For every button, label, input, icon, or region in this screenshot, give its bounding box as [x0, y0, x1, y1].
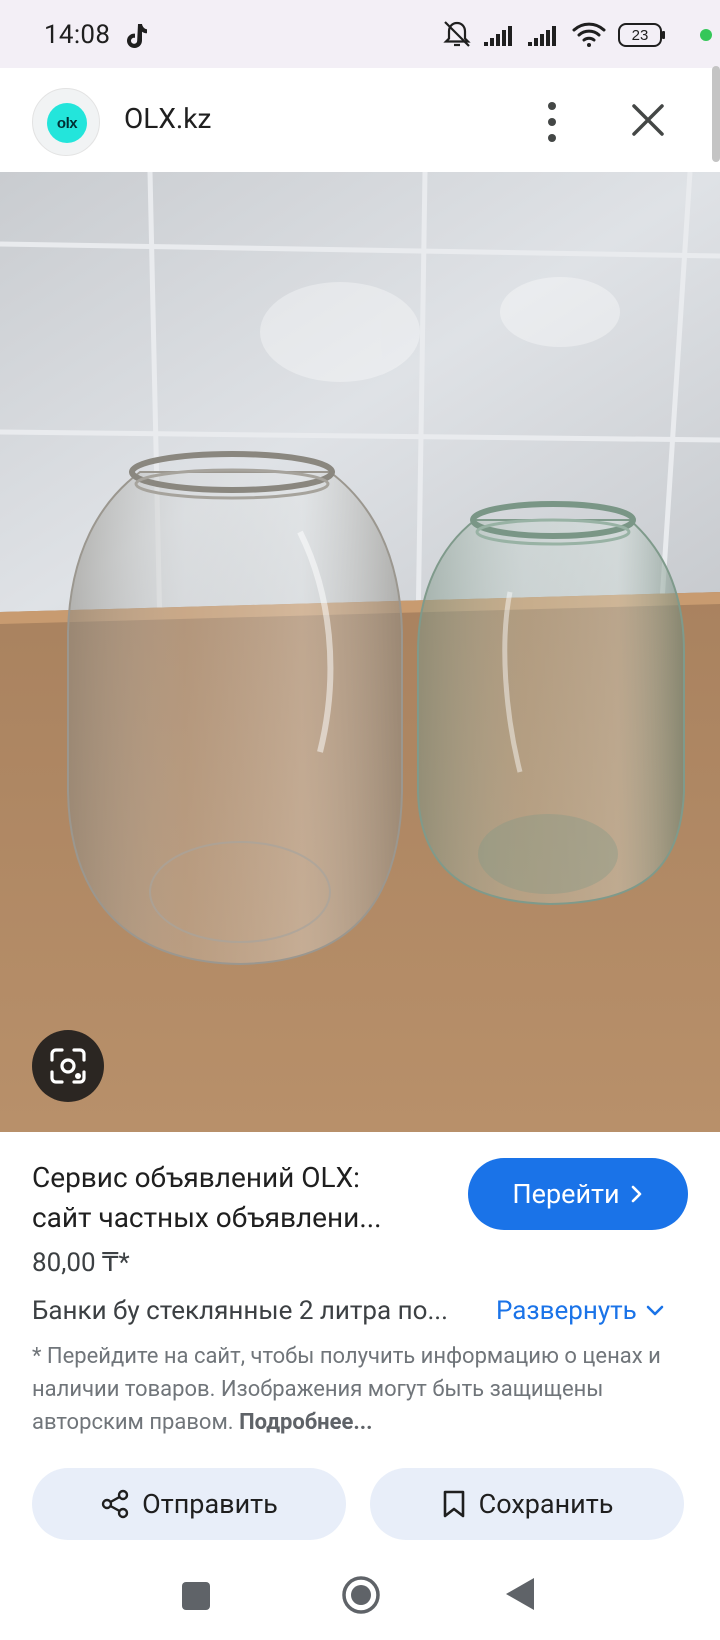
tiktok-icon [127, 24, 147, 48]
result-title[interactable]: Сервис объявлений OLX: сайт частных объя… [32, 1158, 442, 1238]
more-link[interactable]: Подробнее... [239, 1410, 372, 1435]
home-icon[interactable] [340, 1574, 382, 1616]
result-title-line2: сайт частных объявлени... [32, 1201, 382, 1234]
battery-icon: 23 [618, 23, 665, 47]
lens-icon [50, 1048, 86, 1084]
signal-icon [528, 26, 556, 46]
expand-label: Развернуть [496, 1296, 637, 1326]
save-label: Сохранить [478, 1488, 614, 1520]
close-icon[interactable] [628, 100, 668, 140]
logo-text: olx [56, 114, 78, 132]
share-label: Отправить [142, 1488, 278, 1520]
olx-logo-icon: olx [47, 103, 87, 143]
status-time: 14:08 [44, 20, 111, 50]
battery-level: 23 [632, 27, 649, 44]
result-title-line1: Сервис объявлений OLX: [32, 1161, 360, 1194]
wifi-icon [572, 22, 606, 47]
scrollbar[interactable] [712, 66, 720, 162]
more-vert-icon[interactable] [534, 98, 570, 146]
visit-button[interactable]: Перейти [468, 1158, 688, 1230]
recents-icon[interactable] [182, 1582, 210, 1610]
price: 80,00 ₸* [32, 1248, 130, 1278]
site-logo[interactable]: olx [32, 88, 100, 156]
site-name[interactable]: OLX.kz [124, 102, 211, 135]
chevron-down-icon [646, 1305, 664, 1316]
save-button[interactable]: Сохранить [370, 1468, 684, 1540]
description: Банки бу стеклянные 2 литра по... [32, 1296, 449, 1326]
glass-jars-photo [0, 172, 720, 1132]
signal-icon [484, 26, 512, 46]
bookmark-icon [443, 1490, 464, 1518]
google-lens-button[interactable] [32, 1030, 104, 1102]
status-icons: 23 [443, 21, 712, 47]
bell-off-icon [443, 21, 471, 47]
disclaimer: * Перейдите на сайт, чтобы получить инфо… [32, 1340, 672, 1439]
jar-left [67, 451, 403, 966]
back-icon[interactable] [504, 1576, 536, 1612]
dot-indicator [700, 29, 712, 41]
expand-button[interactable]: Развернуть [496, 1296, 665, 1326]
share-icon [101, 1489, 129, 1519]
result-image[interactable] [0, 172, 720, 1132]
chevron-right-icon [631, 1185, 641, 1203]
header: olx OLX.kz [0, 68, 720, 172]
system-nav-bar [0, 1560, 720, 1640]
jar-right [417, 501, 685, 906]
visit-button-label: Перейти [512, 1178, 620, 1210]
share-button[interactable]: Отправить [32, 1468, 346, 1540]
status-bar: 14:08 23 [0, 0, 720, 68]
